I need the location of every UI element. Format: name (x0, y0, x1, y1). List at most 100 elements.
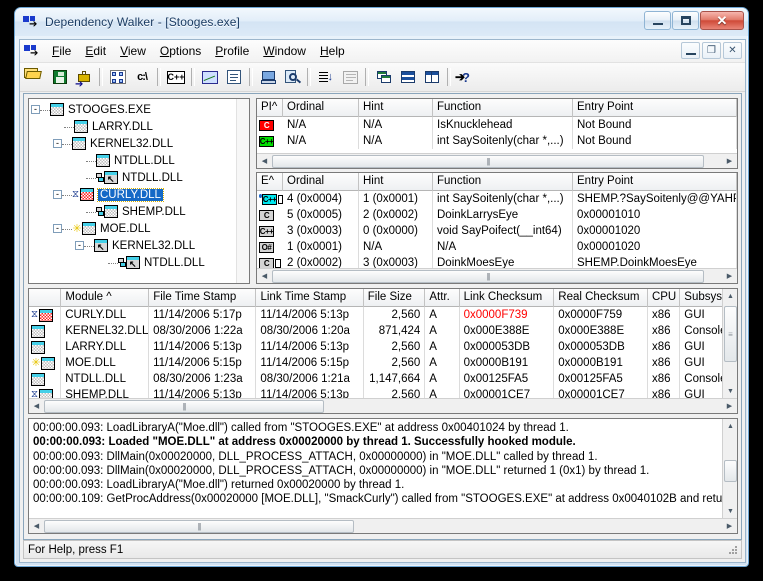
menu-view[interactable]: View (113, 42, 153, 60)
open-file-icon[interactable] (24, 66, 48, 89)
col-file-size[interactable]: File Size (364, 289, 426, 307)
cascade-windows-icon[interactable] (372, 66, 396, 89)
menu-file[interactable]: FFileile (45, 42, 78, 60)
scroll-up-arrow[interactable]: ▲ (723, 289, 738, 304)
parent-imports-rows[interactable]: CN/AN/AIsKnuckleheadNot BoundC++N/AN/Ain… (257, 117, 737, 149)
module-row[interactable]: ✳MOE.DLL11/14/2006 5:15p11/14/2006 5:15p… (29, 355, 737, 371)
scroll-right-arrow[interactable]: ▶ (722, 399, 737, 414)
sort-icon[interactable]: ↓ (314, 66, 338, 89)
col-e[interactable]: E^ (257, 173, 283, 191)
module-list-hscrollbar[interactable]: ◀ ||| ▶ (29, 398, 737, 413)
scroll-track[interactable]: ||| (44, 399, 722, 414)
export-row[interactable]: C5 (0x0005)2 (0x0002)DoinkLarrysEye0x000… (257, 207, 737, 223)
tree-node[interactable]: -KERNEL32.DLL (31, 135, 249, 152)
parent-import-row[interactable]: CN/AN/AIsKnuckleheadNot Bound (257, 117, 737, 133)
module-list-panel[interactable]: Module ^ File Time Stamp Link Time Stamp… (28, 288, 738, 414)
tree-node[interactable]: -✳MOE.DLL (31, 220, 249, 237)
col-icon[interactable] (29, 289, 61, 307)
col-function[interactable]: Function (433, 173, 573, 191)
scroll-track[interactable]: ||| (272, 269, 722, 284)
log-panel[interactable]: 00:00:00.093: LoadLibraryA("Moe.dll") ca… (28, 418, 738, 534)
scroll-up-arrow[interactable]: ▲ (723, 419, 738, 434)
parent-imports-hscrollbar[interactable]: ◀ ||| ▶ (257, 153, 737, 168)
resize-grip-icon[interactable] (727, 544, 739, 556)
col-pi[interactable]: PI^ (257, 99, 283, 117)
module-list-vscrollbar[interactable]: ▲ ≡ ▼ (722, 289, 737, 399)
configure-module-search-icon[interactable] (222, 66, 246, 89)
tree-node[interactable]: NTDLL.DLL (31, 152, 249, 169)
col-file-time-stamp[interactable]: File Time Stamp (149, 289, 256, 307)
tree-expander-icon[interactable]: - (53, 139, 62, 148)
scroll-thumb[interactable] (724, 460, 737, 482)
module-row[interactable]: KERNEL32.DLL08/30/2006 1:22a08/30/2006 1… (29, 323, 737, 339)
col-attr[interactable]: Attr. (425, 289, 459, 307)
col-hint[interactable]: Hint (359, 173, 433, 191)
scroll-right-arrow[interactable]: ▶ (722, 269, 737, 284)
module-row[interactable]: NTDLL.DLL08/30/2006 1:23a08/30/2006 1:21… (29, 371, 737, 387)
scroll-track[interactable]: ≡ (723, 304, 738, 384)
menu-edit[interactable]: Edit (78, 42, 113, 60)
module-tree[interactable]: -STOOGES.EXELARRY.DLL-KERNEL32.DLLNTDLL.… (29, 99, 249, 271)
tree-node[interactable]: -STOOGES.EXE (31, 101, 249, 118)
parent-import-row[interactable]: C++N/AN/Aint SaySoitenly(char *,...)Not … (257, 133, 737, 149)
mdi-close-button[interactable]: ✕ (723, 42, 742, 59)
tree-node[interactable]: ↖NTDLL.DLL (31, 254, 249, 271)
tree-expander-icon[interactable]: - (31, 105, 40, 114)
menu-window[interactable]: Window (256, 42, 313, 60)
col-function[interactable]: Function (433, 99, 573, 117)
scroll-thumb[interactable]: ≡ (724, 306, 737, 362)
col-module[interactable]: Module ^ (61, 289, 149, 307)
module-row[interactable]: ⧖CURLY.DLL11/14/2006 5:17p11/14/2006 5:1… (29, 307, 737, 323)
tree-expander-icon[interactable]: - (53, 224, 62, 233)
export-row[interactable]: O#1 (0x0001)N/AN/A0x00001020 (257, 239, 737, 255)
search-order-icon[interactable] (280, 66, 304, 89)
mdi-minimize-button[interactable] (681, 42, 700, 59)
scroll-thumb[interactable]: ||| (272, 270, 704, 283)
scroll-left-arrow[interactable]: ◀ (29, 519, 44, 534)
view-full-paths-icon[interactable]: ➔ (72, 66, 96, 89)
tile-horizontally-icon[interactable] (396, 66, 420, 89)
scroll-left-arrow[interactable]: ◀ (29, 399, 44, 414)
col-hint[interactable]: Hint (359, 99, 433, 117)
log-hscrollbar[interactable]: ◀ ||| ▶ (29, 518, 737, 533)
mdi-restore-button[interactable]: ❐ (702, 42, 721, 59)
log-vscrollbar[interactable]: ▲ ▼ (722, 419, 737, 519)
auto-expand-icon[interactable] (106, 66, 130, 89)
parent-imports-header[interactable]: PI^ Ordinal Hint Function Entry Point (257, 99, 737, 117)
module-tree-panel[interactable]: -STOOGES.EXELARRY.DLL-KERNEL32.DLLNTDLL.… (28, 98, 250, 284)
exports-hscrollbar[interactable]: ◀ ||| ▶ (257, 268, 737, 283)
minimize-button[interactable] (644, 11, 671, 30)
menu-help[interactable]: Help (313, 42, 352, 60)
mdi-child-icon[interactable]: ➔ (24, 43, 40, 59)
close-button[interactable]: ✕ (700, 11, 744, 30)
menu-options[interactable]: Options (153, 42, 208, 60)
scroll-down-arrow[interactable]: ▼ (723, 384, 738, 399)
undecorate-cpp-icon[interactable]: C++ (164, 66, 188, 89)
module-row[interactable]: LARRY.DLL11/14/2006 5:13p11/14/2006 5:13… (29, 339, 737, 355)
col-link-checksum[interactable]: Link Checksum (460, 289, 555, 307)
scroll-left-arrow[interactable]: ◀ (257, 154, 272, 169)
col-cpu[interactable]: CPU (648, 289, 680, 307)
system-info-icon[interactable] (256, 66, 280, 89)
export-row[interactable]: C++3 (0x0003)0 (0x0000)void SayPoifect(_… (257, 223, 737, 239)
exports-rows[interactable]: C++4 (0x0004)1 (0x0001)int SaySoitenly(c… (257, 191, 737, 271)
exports-header[interactable]: E^ Ordinal Hint Function Entry Point (257, 173, 737, 191)
tree-expander-icon[interactable]: - (53, 190, 62, 199)
col-link-time-stamp[interactable]: Link Time Stamp (256, 289, 363, 307)
scroll-down-arrow[interactable]: ▼ (723, 504, 738, 519)
maximize-button[interactable] (672, 11, 699, 30)
col-entry-point[interactable]: Entry Point (573, 99, 737, 117)
save-icon[interactable] (48, 66, 72, 89)
scroll-thumb[interactable]: ||| (272, 155, 704, 168)
tree-node[interactable]: -↖KERNEL32.DLL (31, 237, 249, 254)
exports-panel[interactable]: E^ Ordinal Hint Function Entry Point C++… (256, 172, 738, 284)
module-list-header[interactable]: Module ^ File Time Stamp Link Time Stamp… (29, 289, 737, 307)
col-entry-point[interactable]: Entry Point (573, 173, 737, 191)
context-help-icon[interactable]: ➔? (454, 66, 478, 89)
parent-imports-panel[interactable]: PI^ Ordinal Hint Function Entry Point CN… (256, 98, 738, 169)
scroll-right-arrow[interactable]: ▶ (722, 154, 737, 169)
export-row[interactable]: C++4 (0x0004)1 (0x0001)int SaySoitenly(c… (257, 191, 737, 207)
module-list-rows[interactable]: ⧖CURLY.DLL11/14/2006 5:17p11/14/2006 5:1… (29, 307, 737, 403)
full-paths-icon[interactable]: c:\ (130, 66, 154, 89)
clear-log-icon[interactable] (338, 66, 362, 89)
